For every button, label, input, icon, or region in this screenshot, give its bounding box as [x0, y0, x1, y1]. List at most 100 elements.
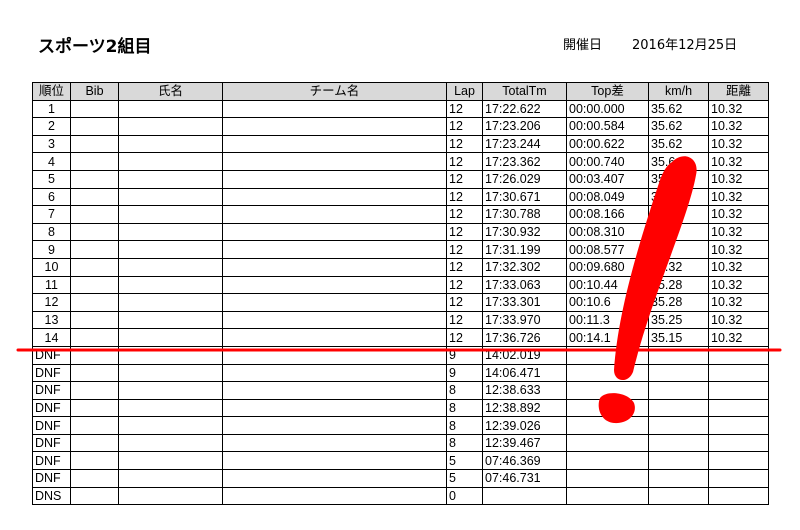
col-header-lap: Lap	[446, 82, 483, 101]
cell-rank: 12	[32, 293, 71, 312]
cell-bib	[70, 469, 119, 488]
cell-total-time: 17:23.206	[482, 117, 567, 136]
cell-rank: DNF	[32, 433, 71, 453]
cell-lap: 8	[446, 398, 483, 418]
table-row: DNF 9 14:02.019	[32, 345, 769, 365]
cell-team	[222, 363, 447, 383]
cell-top-gap: 00:00.622	[566, 134, 649, 154]
cell-rank: 9	[32, 240, 71, 259]
cell-total-time: 12:39.026	[482, 416, 567, 435]
cell-top-gap: 00:10.6	[566, 293, 649, 312]
cell-rank: DNF	[32, 363, 71, 383]
cell-team	[222, 433, 447, 453]
cell-total-time: 17:31.199	[482, 240, 567, 259]
cell-speed	[648, 345, 709, 365]
cell-speed	[648, 451, 709, 471]
cell-top-gap: 00:10.44	[566, 275, 649, 295]
table-row: 14 12 17:36.726 00:14.1 35.15 10.32	[32, 328, 769, 347]
cell-team	[222, 381, 447, 400]
cell-team	[222, 169, 447, 189]
table-row: 1 12 17:22.622 00:00.000 35.62 10.32	[32, 99, 769, 119]
cell-lap: 12	[446, 187, 483, 207]
cell-distance: 10.32	[708, 240, 769, 259]
cell-name	[118, 381, 223, 400]
cell-name	[118, 152, 223, 171]
cell-top-gap: 00:00.584	[566, 117, 649, 136]
cell-name	[118, 328, 223, 347]
cell-name	[118, 416, 223, 435]
cell-total-time: 17:23.362	[482, 152, 567, 171]
cell-total-time: 12:38.892	[482, 398, 567, 418]
table-header-row: 順位 Bib 氏名 チーム名 Lap TotalTm Top差 km/h 距離	[32, 82, 769, 101]
cell-team	[222, 99, 447, 119]
cell-top-gap: 00:00.740	[566, 152, 649, 171]
cell-name	[118, 433, 223, 453]
cell-team	[222, 469, 447, 488]
cell-bib	[70, 398, 119, 418]
cell-name	[118, 134, 223, 154]
col-header-name: 氏名	[118, 82, 223, 101]
cell-team	[222, 398, 447, 418]
cell-total-time: 17:23.244	[482, 134, 567, 154]
date-value: 2016年12月25日	[632, 38, 738, 53]
cell-distance	[708, 486, 769, 506]
cell-distance: 10.32	[708, 117, 769, 136]
cell-top-gap: 00:00.000	[566, 99, 649, 119]
col-header-team: チーム名	[222, 82, 447, 101]
cell-team	[222, 152, 447, 171]
table-row: 4 12 17:23.362 00:00.740 35.6 10.32	[32, 152, 769, 171]
table-row: DNF 8 12:38.633	[32, 381, 769, 400]
cell-speed: 35.62	[648, 99, 709, 119]
cell-speed: 35.62	[648, 134, 709, 154]
cell-total-time: 14:06.471	[482, 363, 567, 383]
cell-top-gap: 00:08.577	[566, 240, 649, 259]
cell-lap: 5	[446, 469, 483, 488]
cell-bib	[70, 486, 119, 506]
cell-name	[118, 240, 223, 259]
cell-speed	[648, 381, 709, 400]
cell-rank: DNF	[32, 398, 71, 418]
cell-speed: 35	[648, 205, 709, 224]
cell-distance	[708, 345, 769, 365]
cell-bib	[70, 169, 119, 189]
cell-bib	[70, 381, 119, 400]
cell-total-time: 17:33.970	[482, 310, 567, 330]
cell-distance: 10.32	[708, 275, 769, 295]
cell-bib	[70, 99, 119, 119]
table-row: DNF 9 14:06.471	[32, 363, 769, 383]
cell-lap: 12	[446, 310, 483, 330]
cell-rank: DNF	[32, 381, 71, 400]
cell-speed: 35.62	[648, 117, 709, 136]
table-row: 11 12 17:33.063 00:10.44 35.28 10.32	[32, 275, 769, 295]
cell-total-time: 17:33.063	[482, 275, 567, 295]
cell-distance: 10.32	[708, 205, 769, 224]
cell-total-time: 12:38.633	[482, 381, 567, 400]
cell-team	[222, 293, 447, 312]
cell-rank: 3	[32, 134, 71, 154]
cell-lap: 12	[446, 222, 483, 242]
cell-total-time: 14:02.019	[482, 345, 567, 365]
cell-distance	[708, 451, 769, 471]
cell-total-time: 17:30.932	[482, 222, 567, 242]
cell-name	[118, 345, 223, 365]
cell-bib	[70, 257, 119, 277]
cell-distance	[708, 363, 769, 383]
cell-top-gap: 00:03.407	[566, 169, 649, 189]
cell-lap: 12	[446, 293, 483, 312]
cell-speed: 35.6	[648, 152, 709, 171]
cell-top-gap	[566, 398, 649, 418]
results-table: 順位 Bib 氏名 チーム名 Lap TotalTm Top差 km/h 距離 …	[32, 82, 769, 506]
cell-lap: 0	[446, 486, 483, 506]
cell-team	[222, 257, 447, 277]
cell-name	[118, 486, 223, 506]
cell-top-gap: 00:08.166	[566, 205, 649, 224]
cell-lap: 12	[446, 99, 483, 119]
cell-bib	[70, 222, 119, 242]
cell-team	[222, 451, 447, 471]
table-row: 6 12 17:30.671 00:08.049 35. 10.32	[32, 187, 769, 207]
cell-distance: 10.32	[708, 293, 769, 312]
cell-name	[118, 222, 223, 242]
table-row: 13 12 17:33.970 00:11.3 35.25 10.32	[32, 310, 769, 330]
cell-total-time: 12:39.467	[482, 433, 567, 453]
table-row: 10 12 17:32.302 00:09.680 35.32 10.32	[32, 257, 769, 277]
